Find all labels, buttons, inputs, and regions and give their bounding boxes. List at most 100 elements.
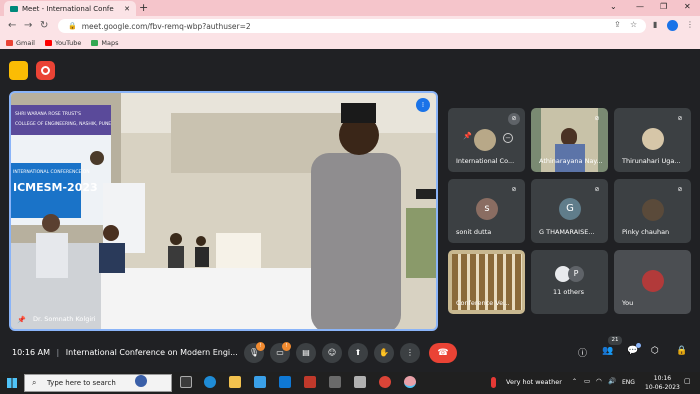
self-avatar	[642, 270, 664, 292]
windows-start-icon[interactable]	[7, 378, 17, 388]
participant-name: Athinarayana Nay...	[539, 157, 603, 165]
main-video-scene: SHRI WARANA ROSE TRUST'S COLLEGE OF ENGI…	[11, 93, 436, 329]
filezilla-icon[interactable]	[304, 376, 316, 388]
pin-icon[interactable]: 📌	[17, 316, 26, 324]
restore-icon[interactable]: ❐	[660, 2, 667, 11]
language-indicator[interactable]: ENG	[622, 379, 635, 386]
taskbar-search-box[interactable]: ⌕ Type here to search	[24, 374, 172, 392]
side-panel-icon[interactable]: ▮	[653, 20, 657, 29]
host-controls-icon[interactable]: 🔒	[676, 346, 687, 356]
mic-off-icon: ⊘	[677, 115, 683, 122]
forward-arrow-icon[interactable]: →	[24, 19, 32, 32]
chevron-up-icon[interactable]: ⌃	[572, 378, 577, 385]
mic-off-icon: ⊘	[594, 186, 600, 193]
meeting-title: International Conference on Modern Engi.…	[65, 348, 238, 357]
banner-line2: COLLEGE OF ENGINEERING, NASHIK, PUNE	[15, 121, 111, 127]
emoji-button[interactable]: ☺	[322, 343, 342, 363]
thermometer-icon	[491, 377, 496, 388]
task-view-icon[interactable]	[180, 376, 192, 388]
more-options-button[interactable]: ⋮	[400, 343, 420, 363]
weather-widget-icon[interactable]	[135, 375, 147, 387]
clock-date: 10-06-2023	[645, 384, 680, 391]
people-icon[interactable]: 👥	[602, 346, 613, 356]
mail-icon[interactable]	[279, 376, 291, 388]
participant-name: Pinky chauhan	[622, 228, 670, 236]
activities-icon[interactable]: ⬡	[651, 346, 659, 356]
captions-button[interactable]: ▤	[296, 343, 316, 363]
participant-avatar: G	[559, 198, 581, 220]
notifications-icon[interactable]: ▢	[684, 377, 691, 385]
back-arrow-icon[interactable]: ←	[8, 19, 16, 32]
url-text: meet.google.com/fbv-remq-wbp?authuser=2	[81, 21, 251, 31]
participant-tile[interactable]: ⊘ Pinky chauhan	[614, 179, 691, 243]
separator: |	[56, 348, 60, 357]
chevron-down-icon[interactable]: ⌄	[610, 2, 617, 11]
mic-off-icon: ⊘	[508, 113, 520, 125]
participant-tile[interactable]: 📌 − ⊘ International Co...	[448, 108, 525, 172]
end-call-button[interactable]: ☎	[429, 343, 457, 363]
banner-line4: ICMESM-2023	[13, 181, 98, 194]
banner-line1: SHRI WARANA ROSE TRUST'S	[15, 111, 81, 117]
close-window-icon[interactable]: ✕	[684, 2, 691, 11]
wifi-icon[interactable]: ◠	[596, 377, 602, 385]
participant-name: sonit dutta	[456, 228, 492, 236]
captions-off-icon[interactable]	[9, 61, 28, 80]
present-button[interactable]: ⬆	[348, 343, 368, 363]
participant-name: Thirunahari Uga...	[622, 157, 681, 165]
bookmark-star-icon[interactable]: ☆	[630, 20, 637, 29]
participant-photo	[642, 128, 664, 150]
new-tab-button[interactable]: +	[139, 1, 148, 15]
url-bar[interactable]: 🔒 meet.google.com/fbv-remq-wbp?authuser=…	[58, 19, 646, 33]
participant-name: G THAMARAISE...	[539, 228, 595, 236]
participant-tile[interactable]: ⊘ Athinarayana Nay...	[531, 108, 608, 172]
participant-avatar: s	[476, 198, 498, 220]
lock-icon: 🔒	[68, 22, 77, 30]
profile-avatar[interactable]	[667, 20, 678, 31]
minimize-icon[interactable]: —	[636, 2, 644, 11]
remove-icon[interactable]: −	[503, 133, 513, 143]
file-explorer-icon[interactable]	[229, 376, 241, 388]
tab-close-icon[interactable]: ✕	[124, 5, 130, 13]
kebab-menu-icon[interactable]: ⋮	[686, 20, 694, 29]
chrome-icon[interactable]	[379, 376, 391, 388]
participant-tile[interactable]: Conference Ve...	[448, 250, 525, 314]
people-count-badge: 21	[608, 336, 622, 345]
participant-tile[interactable]: G ⊘ G THAMARAISE...	[531, 179, 608, 243]
meet-favicon-icon	[10, 5, 18, 12]
mic-warning-badge: !	[256, 342, 265, 351]
main-video-tile[interactable]: SHRI WARANA ROSE TRUST'S COLLEGE OF ENGI…	[9, 91, 438, 331]
self-tile[interactable]: You	[614, 250, 691, 314]
network-icon[interactable]: ▭	[584, 377, 590, 385]
others-count: 11 others	[553, 288, 585, 296]
others-tile[interactable]: P 11 others	[531, 250, 608, 314]
main-speaker-name: Dr. Somnath Kolgiri	[33, 315, 96, 323]
app-icon[interactable]	[354, 376, 366, 388]
participant-name: Conference Ve...	[456, 299, 510, 307]
tool-icon[interactable]	[329, 376, 341, 388]
volume-icon[interactable]: 🔊	[608, 377, 616, 385]
share-icon[interactable]: ⇪	[614, 20, 621, 29]
bookmarks-bar: Gmail YouTube Maps	[0, 36, 700, 49]
bookmark-maps[interactable]: Maps	[91, 39, 119, 47]
bookmark-youtube[interactable]: YouTube	[44, 39, 81, 47]
taskbar-clock[interactable]: 10:16 10-06-2023	[645, 374, 680, 392]
info-icon[interactable]: ⓘ	[578, 346, 587, 359]
weather-text[interactable]: Very hot weather	[506, 378, 562, 386]
browser-tab[interactable]: Meet - International Confe ✕	[4, 1, 136, 16]
bookmark-gmail[interactable]: Gmail	[6, 39, 35, 47]
mic-off-icon: ⊘	[594, 115, 600, 122]
participant-tile[interactable]: s ⊘ sonit dutta	[448, 179, 525, 243]
pin-icon[interactable]: 📌	[463, 132, 472, 140]
chrome-profile-icon[interactable]	[404, 376, 416, 388]
recording-icon[interactable]	[36, 61, 55, 80]
store-icon[interactable]	[254, 376, 266, 388]
raise-hand-button[interactable]: ✋	[374, 343, 394, 363]
edge-icon[interactable]	[204, 376, 216, 388]
participant-tile[interactable]: ⊘ Thirunahari Uga...	[614, 108, 691, 172]
chat-unread-dot	[636, 343, 641, 348]
reload-icon[interactable]: ↻	[40, 19, 48, 32]
speaking-indicator-icon: ⁞	[416, 98, 430, 112]
mic-off-icon: ⊘	[511, 186, 517, 193]
meeting-time: 10:16 AM	[12, 348, 50, 357]
clock-time: 10:16	[653, 375, 672, 382]
